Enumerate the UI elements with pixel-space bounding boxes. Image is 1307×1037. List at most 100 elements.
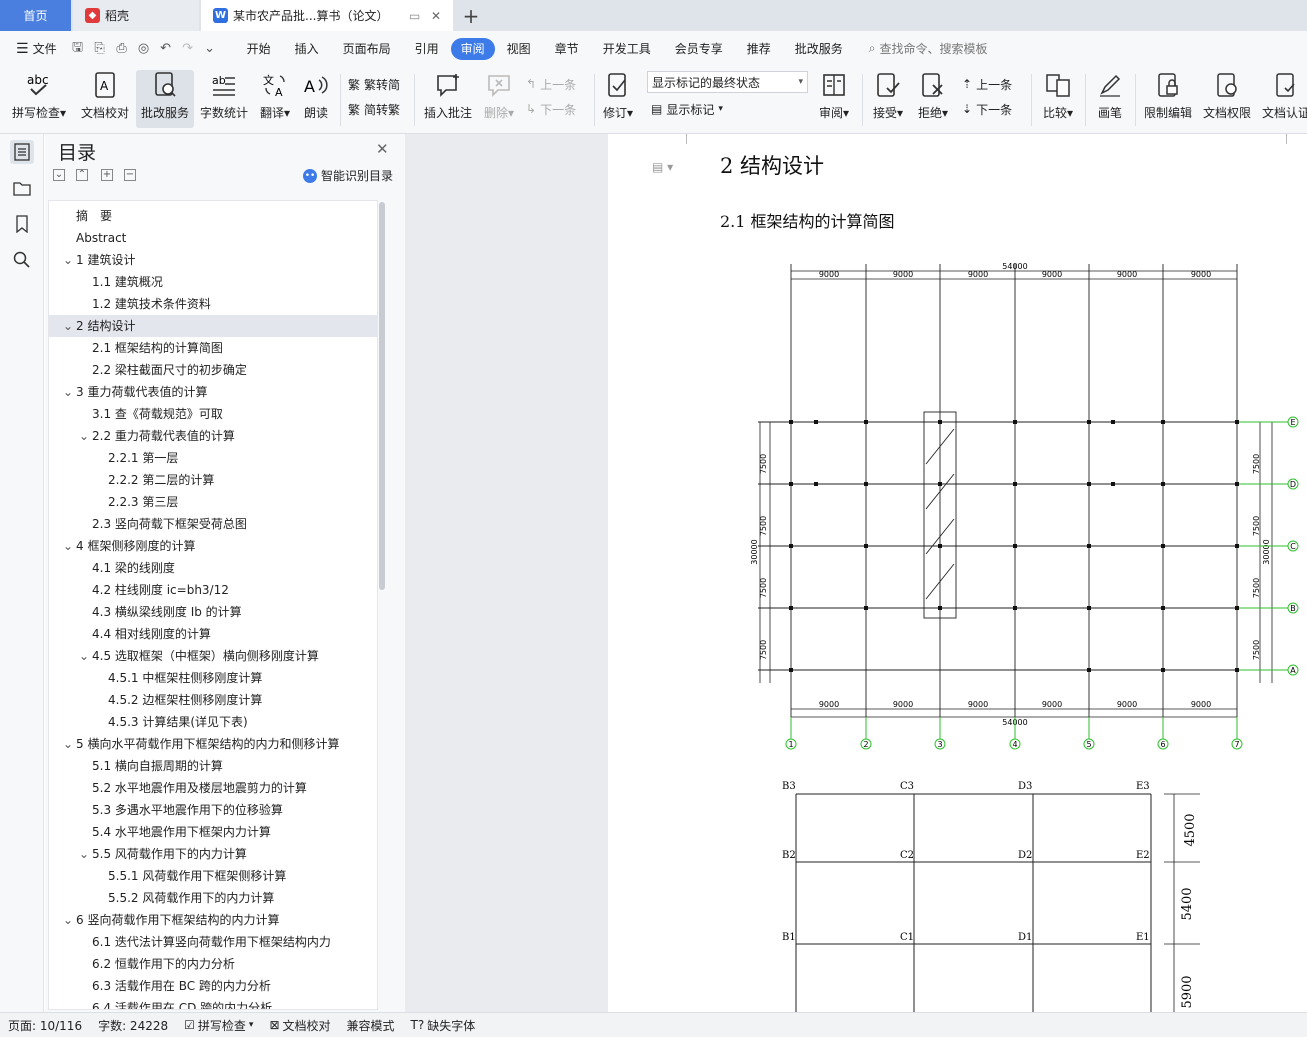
markup-state-select[interactable]: 显示标记的最终状态 ▾ [647, 71, 808, 93]
pen-button[interactable]: 画笔 [1091, 70, 1129, 128]
tab-pin-icon[interactable]: ▭ [409, 9, 420, 23]
toc-item[interactable]: 5.5.1 风荷载作用下框架侧移计算 [49, 865, 377, 887]
save-icon[interactable]: 🖫 [67, 38, 89, 60]
insert-comment-button[interactable]: 插入批注 [420, 70, 476, 128]
toc-item[interactable]: 2.2.1 第一层 [49, 447, 377, 469]
menu-developer[interactable]: 开发工具 [591, 38, 663, 60]
toc-item[interactable]: 4.2 柱线刚度 ic=bh3/12 [49, 579, 377, 601]
toc-item[interactable]: 4.4 相对线刚度的计算 [49, 623, 377, 645]
spell-check-status[interactable]: ☑ 拼写检查 ▾ [176, 1017, 261, 1034]
menu-insert[interactable]: 插入 [283, 38, 331, 60]
page-count[interactable]: 页面: 10/116 [0, 1017, 90, 1034]
chevron-down-icon[interactable]: ⌄ [62, 535, 74, 557]
delete-comment-button[interactable]: 删除▾ [479, 70, 519, 128]
show-markup-button[interactable]: ▤ 显示标记 ▾ [651, 99, 723, 119]
menu-view[interactable]: 视图 [495, 38, 543, 60]
tab-close-icon[interactable]: ✕ [431, 9, 441, 23]
chevron-down-icon[interactable]: ⌄ [78, 843, 90, 865]
track-changes-button[interactable]: 修订▾ [598, 70, 638, 128]
toc-item[interactable]: 6.2 恒载作用下的内力分析 [49, 953, 377, 975]
toc-item[interactable]: 4.5.1 中框架柱侧移刚度计算 [49, 667, 377, 689]
document-certify-button[interactable]: 文档认证 [1258, 70, 1307, 128]
toc-item[interactable]: 4.5.2 边框架柱侧移刚度计算 [49, 689, 377, 711]
accept-button[interactable]: 接受▾ [868, 70, 908, 128]
tab-daoke[interactable]: ◆ 稻壳 [73, 0, 199, 31]
reject-button[interactable]: 拒绝▾ [913, 70, 953, 128]
menu-reference[interactable]: 引用 [403, 38, 451, 60]
translate-button[interactable]: 文A 翻译▾ [255, 70, 295, 128]
word-count-button[interactable]: ab 字数统计 [196, 70, 252, 128]
restrict-editing-button[interactable]: 限制编辑 [1140, 70, 1196, 128]
toc-item[interactable]: 3.1 查《荷载规范》可取 [49, 403, 377, 425]
toc-item[interactable]: ⌄ 6 竖向荷载作用下框架结构的内力计算 [49, 909, 377, 931]
chevron-down-icon[interactable]: ⌄ [78, 425, 90, 447]
toc-item[interactable]: 摘 要 [49, 205, 377, 227]
new-tab-icon[interactable]: + [458, 0, 484, 31]
toc-item[interactable]: ⌄ 3 重力荷载代表值的计算 [49, 381, 377, 403]
toc-item[interactable]: 2.2.3 第三层 [49, 491, 377, 513]
toc-item[interactable]: 2.2 梁柱截面尺寸的初步确定 [49, 359, 377, 381]
expand-up-icon[interactable]: ⌃ [76, 169, 88, 181]
quick-access-more-icon[interactable]: ⌄ [199, 41, 221, 56]
menu-start[interactable]: 开始 [235, 38, 283, 60]
menu-chapter[interactable]: 章节 [543, 38, 591, 60]
next-comment-button[interactable]: ↳ 下一条 [526, 99, 576, 119]
toc-item[interactable]: 2.1 框架结构的计算简图 [49, 337, 377, 359]
chapter-nav-icon[interactable] [10, 176, 34, 200]
redo-icon[interactable]: ↷ [177, 41, 199, 56]
toc-item[interactable]: ⌄ 5.5 风荷载作用下的内力计算 [49, 843, 377, 865]
toc-item[interactable]: 4.1 梁的线刚度 [49, 557, 377, 579]
review-pane-button[interactable]: 审阅▾ [814, 70, 854, 128]
toc-scrollbar[interactable] [379, 202, 385, 590]
print-icon[interactable]: ⎙ [111, 41, 133, 56]
menu-member[interactable]: 会员专享 [663, 38, 735, 60]
chevron-down-icon[interactable]: ⌄ [62, 909, 74, 931]
toc-item[interactable]: 5.1 横向自振周期的计算 [49, 755, 377, 777]
menu-page-layout[interactable]: 页面布局 [331, 38, 403, 60]
smart-toc-button[interactable]: •• 智能识别目录 [303, 167, 393, 184]
add-heading-icon[interactable]: + [101, 169, 113, 181]
find-icon[interactable] [10, 248, 34, 272]
compare-button[interactable]: 比较▾ [1037, 70, 1079, 128]
chevron-down-icon[interactable]: ⌄ [78, 645, 90, 667]
chevron-down-icon[interactable]: ⌄ [62, 315, 74, 337]
chevron-down-icon[interactable]: ⌄ [62, 249, 74, 271]
next-change-button[interactable]: ⇣ 下一条 [962, 99, 1012, 119]
paragraph-menu-icon[interactable]: ▤ ▾ [652, 160, 673, 174]
toc-item[interactable]: 5.2 水平地震作用及楼层地震剪力的计算 [49, 777, 377, 799]
toc-item[interactable]: 2.2.2 第二层的计算 [49, 469, 377, 491]
toc-item[interactable]: 1.1 建筑概况 [49, 271, 377, 293]
missing-font-status[interactable]: T? 缺失字体 [403, 1017, 484, 1034]
read-aloud-button[interactable]: A 朗读 [298, 70, 334, 128]
collapse-all-icon[interactable]: ⌄ [53, 169, 65, 181]
toc-item[interactable]: 6.3 活载作用在 BC 跨的内力分析 [49, 975, 377, 997]
previous-comment-button[interactable]: ↰ 上一条 [526, 74, 576, 94]
proof-status[interactable]: ⊠ 文档校对 [261, 1017, 338, 1034]
tab-document[interactable]: W 某市农产品批...算书（论文） ▭ ✕ [201, 0, 453, 31]
export-pdf-icon[interactable]: ⎘ [89, 41, 111, 56]
toc-item[interactable]: 4.3 横纵梁线刚度 Ib 的计算 [49, 601, 377, 623]
toc-item[interactable]: ⌄ 4.5 选取框架（中框架）横向侧移刚度计算 [49, 645, 377, 667]
toc-item[interactable]: Abstract [49, 227, 377, 249]
menu-grading[interactable]: 批改服务 [783, 38, 855, 60]
toc-item[interactable]: ⌄ 2.2 重力荷载代表值的计算 [49, 425, 377, 447]
toc-item[interactable]: ⌄ 2 结构设计 [49, 315, 377, 337]
trad-to-simp-button[interactable]: 繁繁转简 [348, 74, 400, 94]
chevron-down-icon[interactable]: ⌄ [62, 733, 74, 755]
tab-home[interactable]: 首页 [0, 0, 71, 31]
toc-item[interactable]: ⌄ 4 框架侧移刚度的计算 [49, 535, 377, 557]
document-proof-button[interactable]: A 文档校对 [76, 70, 134, 128]
close-icon[interactable]: ✕ [376, 140, 389, 158]
toc-item[interactable]: ⌄ 5 横向水平荷载作用下框架结构的内力和侧移计算 [49, 733, 377, 755]
command-search[interactable]: ⌕ 查找命令、搜索模板 [869, 40, 988, 57]
previous-change-button[interactable]: ⇡ 上一条 [962, 74, 1012, 94]
menu-review[interactable]: 审阅 [450, 37, 495, 60]
grading-service-button[interactable]: 批改服务 [136, 70, 194, 128]
simp-to-trad-button[interactable]: 繁简转繁 [348, 99, 400, 119]
toc-item[interactable]: 5.5.2 风荷载作用下的内力计算 [49, 887, 377, 909]
menu-recommend[interactable]: 推荐 [735, 38, 783, 60]
undo-icon[interactable]: ↶ [155, 41, 177, 56]
toc-item[interactable]: ⌄ 1 建筑设计 [49, 249, 377, 271]
toc-item[interactable]: 6.4 活载作用在 CD 跨的内力分析 [49, 997, 377, 1009]
toc-item[interactable]: 5.3 多遇水平地震作用下的位移验算 [49, 799, 377, 821]
